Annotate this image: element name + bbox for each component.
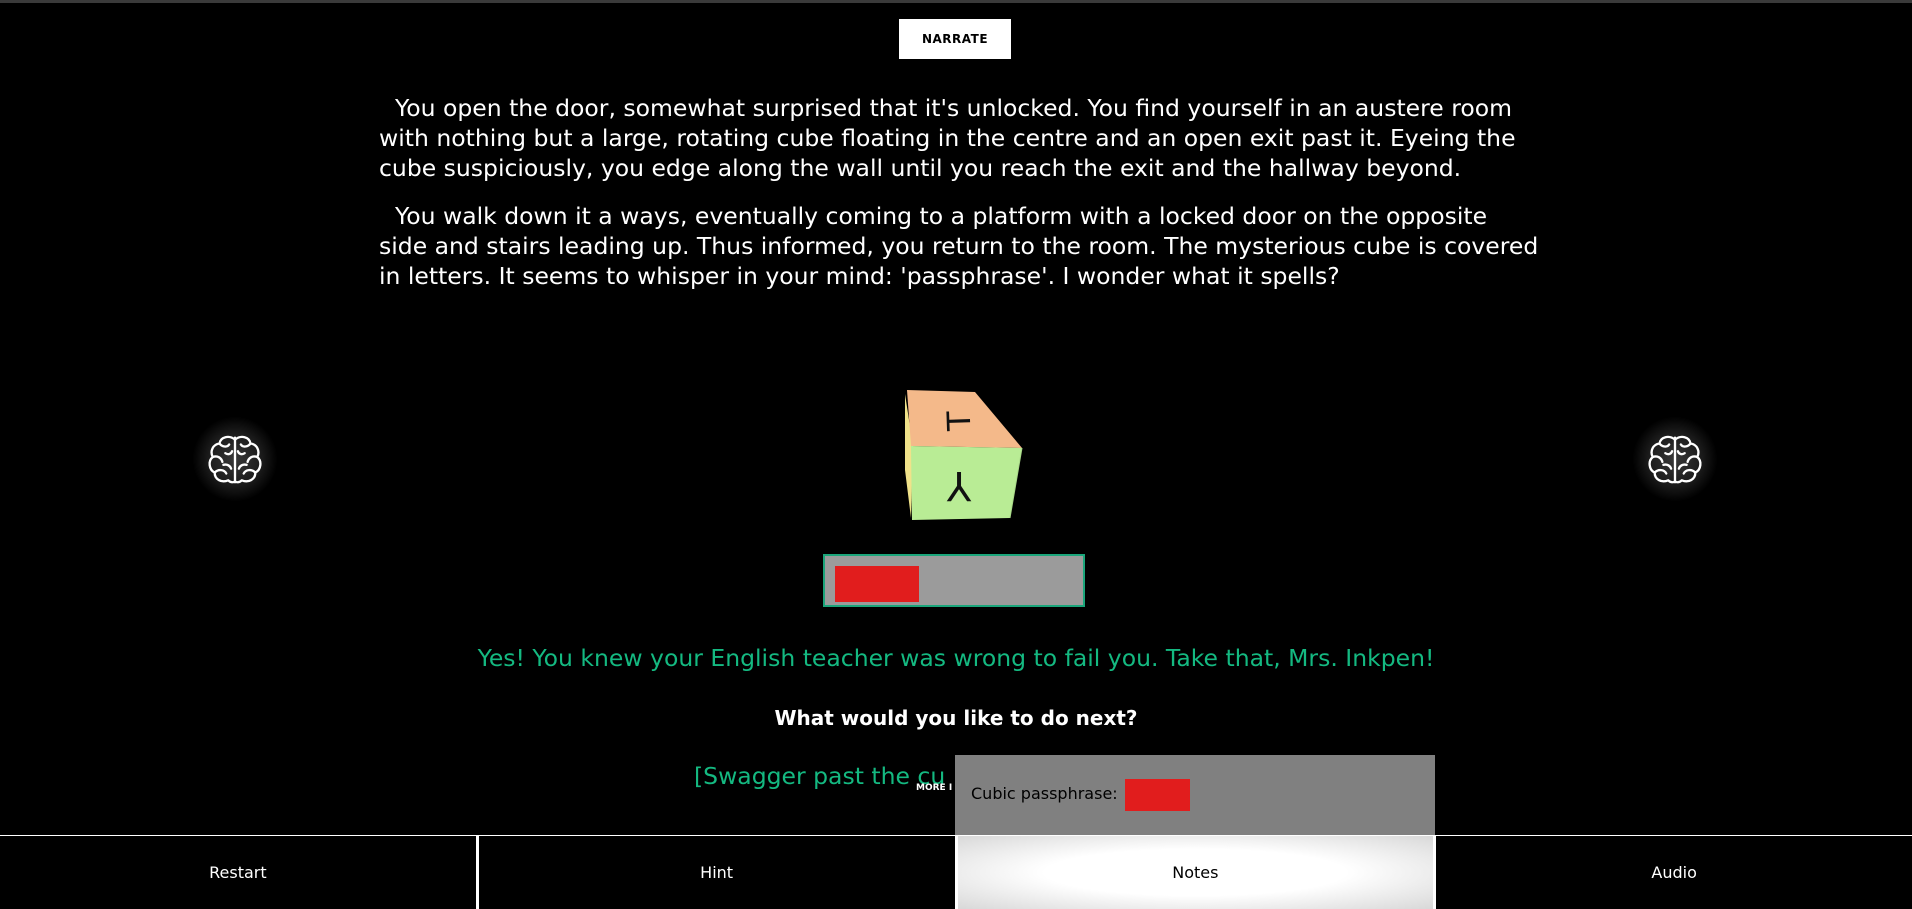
next-action-prompt: What would you like to do next?: [774, 706, 1138, 730]
notes-passphrase-label: Cubic passphrase:: [971, 784, 1118, 803]
notes-redacted-value: [1125, 779, 1190, 811]
cube-top-letter: T: [940, 410, 979, 432]
more-options-label[interactable]: MORE I: [916, 783, 952, 793]
nav-restart-button[interactable]: Restart: [0, 836, 476, 909]
story-text: You open the door, somewhat surprised th…: [379, 93, 1539, 309]
passphrase-input[interactable]: [823, 554, 1085, 607]
bottom-nav: Restart Hint Notes Audio: [0, 835, 1912, 909]
story-paragraph: You walk down it a ways, eventually comi…: [379, 202, 1539, 290]
brain-icon[interactable]: [1632, 416, 1718, 502]
rotating-cube[interactable]: T Y: [895, 388, 1025, 523]
nav-notes-button[interactable]: Notes: [954, 836, 1434, 909]
narrate-button[interactable]: NARRATE: [899, 19, 1011, 59]
passphrase-redacted-value: [835, 566, 919, 602]
top-border: [0, 0, 1912, 3]
nav-audio-button[interactable]: Audio: [1433, 836, 1912, 909]
success-message: Yes! You knew your English teacher was w…: [477, 644, 1435, 672]
choice-swagger-past-cube[interactable]: [Swagger past the cu: [694, 762, 945, 790]
story-paragraph: You open the door, somewhat surprised th…: [379, 94, 1516, 182]
nav-hint-button[interactable]: Hint: [475, 836, 955, 909]
cube-front-letter: Y: [946, 462, 972, 508]
brain-icon[interactable]: [192, 416, 278, 502]
notes-panel: Cubic passphrase:: [955, 755, 1435, 835]
